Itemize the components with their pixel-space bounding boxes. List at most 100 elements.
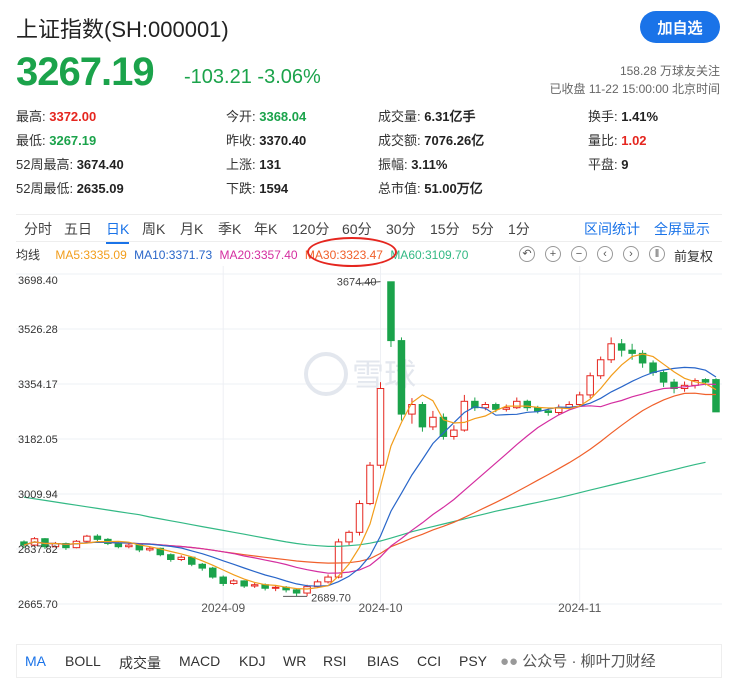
candle-body — [167, 554, 175, 560]
annotation-label: 3674.40 — [337, 277, 377, 289]
tab-period[interactable]: 季K — [218, 219, 241, 239]
candle-body — [146, 547, 154, 551]
stat-value: 3.11% — [407, 157, 448, 172]
indicator-tab[interactable]: MACD — [179, 653, 220, 669]
indicator-tab[interactable]: BOLL — [65, 653, 101, 669]
stat-value: 1.41% — [617, 109, 659, 124]
stat-value: 2635.09 — [73, 181, 124, 196]
stat-value: 3368.04 — [255, 109, 307, 124]
tab-period[interactable]: 5分 — [472, 219, 494, 239]
stat-item: 最低: 3267.19 — [16, 130, 96, 149]
candle-body — [544, 410, 552, 413]
add-watchlist-button[interactable]: 加自选 — [640, 11, 720, 43]
indicator-tab[interactable]: KDJ — [239, 653, 265, 669]
change-value: -103.21 — [184, 66, 252, 88]
stat-item: 换手: 1.41% — [588, 106, 658, 125]
candle-body — [418, 404, 427, 428]
candle-body — [208, 567, 217, 578]
x-tick-label: 2024-11 — [558, 601, 601, 612]
stat-label: 52周最低: — [16, 181, 74, 196]
y-tick-label: 3698.40 — [18, 275, 58, 287]
stat-label: 振幅: — [378, 157, 408, 172]
candle-body — [481, 404, 490, 409]
tab-period[interactable]: 分时 — [24, 219, 52, 239]
candle-body — [628, 349, 636, 354]
left-arrow-icon[interactable]: ↶ — [519, 246, 535, 262]
stat-value: 131 — [255, 157, 281, 172]
indicator-tab[interactable]: PSY — [459, 653, 487, 669]
tab-period[interactable]: 1分 — [508, 219, 530, 239]
indicator-tab[interactable]: 成交量 — [119, 653, 161, 673]
stat-value: 51.00万亿 — [420, 181, 483, 196]
candle-body — [586, 375, 594, 396]
fullscreen-link[interactable]: 全屏显示 — [654, 219, 710, 239]
indicator-tab[interactable]: WR — [283, 653, 306, 669]
tab-period[interactable]: 周K — [142, 219, 165, 239]
highlight-circle — [307, 237, 397, 267]
stat-label: 成交量: — [378, 109, 421, 124]
followers-count: 158.28 万球友关注 — [619, 64, 720, 78]
ma5-value: MA5:3335.09 — [55, 248, 127, 262]
candle-body — [366, 464, 374, 505]
stat-value: 3267.19 — [45, 133, 97, 148]
pause-icon[interactable]: ‖ — [649, 246, 665, 262]
x-tick-label: 2024-09 — [201, 601, 245, 612]
zoom-in-icon[interactable]: + — [545, 246, 561, 262]
tab-period[interactable]: 月K — [180, 219, 203, 239]
zoom-out-icon[interactable]: − — [571, 246, 587, 262]
candle-body — [387, 281, 395, 342]
y-tick-label: 2837.82 — [18, 544, 58, 556]
next-icon[interactable]: › — [623, 246, 639, 262]
adjust-toggle[interactable]: 前复权 — [674, 246, 713, 265]
tab-period[interactable]: 120分 — [292, 219, 329, 239]
tab-period[interactable]: 15分 — [430, 219, 460, 239]
stat-value: 3370.40 — [255, 133, 307, 148]
stat-label: 换手: — [588, 109, 618, 124]
tab-period[interactable]: 日K — [106, 219, 130, 244]
stat-label: 总市值: — [378, 181, 421, 196]
ma-label: 均线 — [16, 248, 41, 262]
stat-value: 1.02 — [617, 133, 647, 148]
indicator-tab[interactable]: MA — [25, 653, 46, 669]
candle-body — [345, 531, 353, 543]
candle-body — [229, 580, 238, 584]
candle-body — [617, 343, 626, 351]
x-tick-label: 2024-10 — [358, 601, 402, 612]
candle-body — [502, 407, 511, 410]
stat-label: 最高: — [16, 109, 46, 124]
candle-body — [659, 372, 668, 383]
candle-body — [450, 429, 458, 437]
stat-label: 上涨: — [226, 157, 256, 172]
candle-body — [334, 541, 343, 578]
indicator-tab[interactable]: CCI — [417, 653, 441, 669]
candle-body — [575, 394, 584, 406]
candle-body — [649, 362, 657, 374]
ma20-value: MA20:3357.40 — [219, 248, 298, 262]
ma60-value: MA60:3109.70 — [390, 248, 469, 262]
stat-label: 成交额: — [378, 133, 421, 148]
y-tick-label: 3526.28 — [18, 324, 58, 336]
stat-label: 量比: — [588, 133, 618, 148]
candle-body — [219, 576, 227, 584]
candle-body — [701, 379, 710, 383]
stat-value: 9 — [617, 157, 629, 172]
candle-body — [271, 586, 280, 589]
tab-period[interactable]: 五日 — [64, 219, 92, 239]
prev-icon[interactable]: ‹ — [597, 246, 613, 262]
stat-label: 最低: — [16, 133, 46, 148]
y-tick-label: 3009.94 — [18, 489, 58, 501]
stat-value: 3372.00 — [45, 109, 97, 124]
stat-value: 3674.40 — [73, 157, 124, 172]
tab-period[interactable]: 30分 — [386, 219, 416, 239]
candle-body — [240, 580, 248, 587]
candle-body — [397, 340, 406, 415]
tab-period[interactable]: 年K — [254, 219, 277, 239]
indicator-tab[interactable]: BIAS — [367, 653, 399, 669]
indicator-tab[interactable]: RSI — [323, 653, 346, 669]
tab-period[interactable]: 60分 — [342, 219, 372, 239]
kline-chart[interactable]: 雪球3698.403526.283354.173182.053009.94283… — [16, 266, 722, 612]
stat-item: 最高: 3372.00 — [16, 106, 96, 125]
range-stats-link[interactable]: 区间统计 — [584, 219, 640, 239]
stat-item: 成交量: 6.31亿手 — [378, 106, 476, 125]
candle-body — [460, 400, 469, 431]
